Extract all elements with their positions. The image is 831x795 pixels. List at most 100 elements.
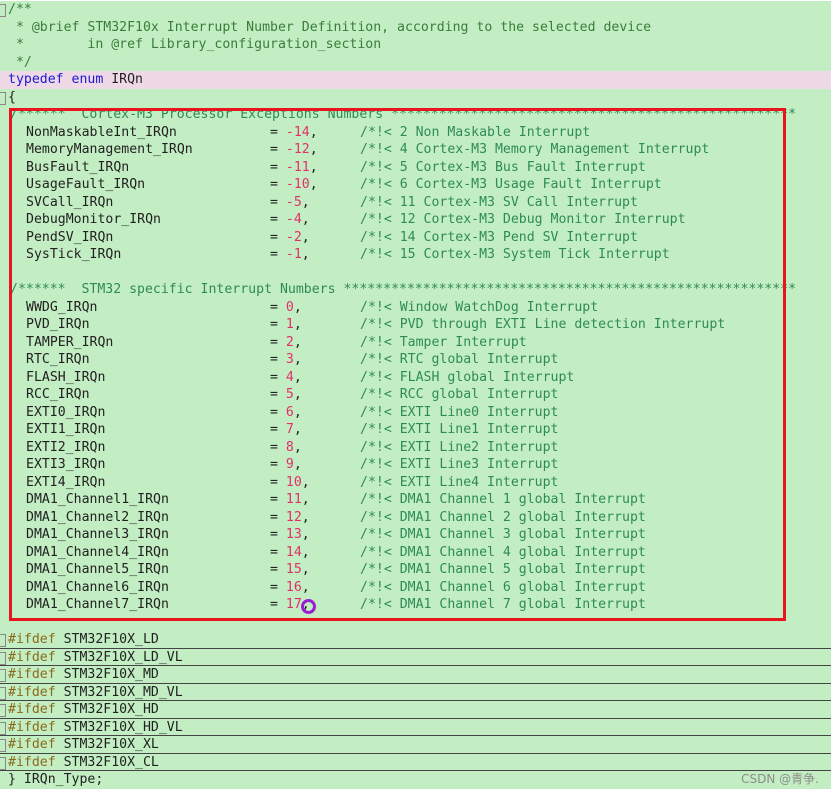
enum-entry-line[interactable]: EXTI1_IRQn = 7, /*!< EXTI Line1 Interrupt	[0, 421, 831, 439]
enum-constant-name: TAMPER_IRQn	[26, 334, 114, 350]
equals-sign: =	[270, 369, 286, 385]
enum-doc-comment: /*!< 5 Cortex-M3 Bus Fault Interrupt	[360, 159, 646, 175]
macro-name: STM32F10X_LD	[55, 632, 159, 647]
code-text: #ifdef STM32F10X_XL	[8, 736, 159, 753]
ifdef-block-line[interactable]: #ifdef STM32F10X_MD_VL	[0, 683, 831, 701]
enum-doc-comment: /*!< 6 Cortex-M3 Usage Fault Interrupt	[360, 177, 662, 192]
ifdef-block-line[interactable]: #ifdef STM32F10X_HD_VL	[0, 718, 831, 736]
enum-value: 17	[285, 597, 302, 612]
ifdef-block-line[interactable]: #ifdef STM32F10X_LD_VL	[0, 648, 831, 666]
enum-value: -12	[285, 142, 310, 157]
enum-entry-line[interactable]: MemoryManagement_IRQn = -12, /*!< 4 Cortex…	[0, 141, 831, 159]
equals-sign: =	[270, 579, 286, 595]
enum-constant-name: SVCall_IRQn	[26, 194, 114, 210]
ifdef-block-line[interactable]: #ifdef STM32F10X_CL	[0, 753, 831, 771]
equals-sign: =	[270, 439, 286, 455]
enum-entry-line[interactable]: PVD_IRQn = 1, /*!< PVD through EXTI Line d…	[0, 316, 831, 334]
enum-assignment: = -12,	[270, 141, 318, 159]
doc-comment-line[interactable]: */	[0, 53, 831, 71]
ifdef-block-line[interactable]: #ifdef STM32F10X_XL	[0, 736, 831, 754]
fold-marker-icon[interactable]	[0, 89, 8, 107]
enum-entry-line[interactable]: BusFault_IRQn = -11, /*!< 5 Cortex-M3 Bus …	[0, 158, 831, 176]
enum-entry-line[interactable]: EXTI4_IRQn = 10, /*!< EXTI Line4 Interrupt	[0, 473, 831, 492]
comma: ,	[293, 334, 302, 350]
enum-doc-comment: /*!< 4 Cortex-M3 Memory Management Inter…	[360, 142, 710, 157]
ifdef-block-line[interactable]: #ifdef STM32F10X_HD	[0, 701, 831, 719]
comma: ,	[293, 369, 302, 385]
enum-entry-line[interactable]: DMA1_Channel7_IRQn = 17,/*!< DMA1 Channel…	[0, 596, 831, 614]
enum-entry-line[interactable]: RTC_IRQn = 3, /*!< RTC global Interrupt	[0, 351, 831, 369]
enum-assignment: = 14,	[270, 544, 310, 562]
enum-assignment: = 9,	[270, 456, 302, 474]
enum-entry-line[interactable]: WWDG_IRQn = 0, /*!< Window WatchDog Interr…	[0, 298, 831, 316]
enum-entry-line[interactable]: DMA1_Channel4_IRQn = 14, /*!< DMA1 Channel…	[0, 543, 831, 562]
preprocessor-directive: #ifdef	[8, 667, 56, 682]
enum-entry-line[interactable]: UsageFault_IRQn = -10, /*!< 6 Cortex-M3 Us…	[0, 176, 831, 194]
enum-value: -10	[285, 177, 310, 192]
enum-assignment: = 2,	[270, 334, 302, 352]
blank-line[interactable]	[0, 263, 831, 281]
blank-line[interactable]	[0, 613, 831, 631]
fold-marker-icon[interactable]	[0, 631, 8, 648]
enum-entry-line[interactable]: RCC_IRQn = 5, /*!< RCC global Interrupt	[0, 386, 831, 404]
doc-comment-line[interactable]: /**	[0, 1, 831, 19]
enum-constant-name: EXTI3_IRQn	[26, 457, 106, 472]
fold-marker-icon[interactable]	[0, 1, 8, 19]
equals-sign: =	[270, 509, 286, 525]
enum-value: 10	[285, 474, 302, 490]
equals-sign: =	[270, 597, 286, 612]
enum-assignment: = 11,	[270, 491, 310, 509]
enum-value: 1	[285, 317, 294, 332]
equals-sign: =	[270, 457, 286, 472]
enum-entry-line[interactable]: EXTI3_IRQn = 9, /*!< EXTI Line3 Interrupt	[0, 456, 831, 474]
code-editor[interactable]: /** * @brief STM32F10x Interrupt Number …	[0, 0, 831, 795]
enum-value: -1	[285, 247, 302, 262]
doc-comment-text: * in @ref Library_configuration_section	[8, 37, 382, 52]
fold-marker-icon[interactable]	[0, 684, 8, 701]
enum-entry-line[interactable]: SysTick_IRQn = -1, /*!< 15 Cortex-M3 Syste…	[0, 246, 831, 264]
equals-sign: =	[270, 492, 286, 507]
enum-entry-line[interactable]: DMA1_Channel2_IRQn = 12, /*!< DMA1 Channel…	[0, 508, 831, 526]
enum-constant-name: DebugMonitor_IRQn	[26, 212, 161, 227]
enum-doc-comment: /*!< 12 Cortex-M3 Debug Monitor Interrup…	[360, 212, 686, 227]
enum-entry-line[interactable]: DMA1_Channel5_IRQn = 15, /*!< DMA1 Channel…	[0, 561, 831, 579]
fold-marker-icon[interactable]	[0, 754, 8, 771]
enum-entry-line[interactable]: FLASH_IRQn = 4, /*!< FLASH global Interrup…	[0, 368, 831, 386]
enum-constant-name: EXTI1_IRQn	[26, 422, 106, 437]
equals-sign: =	[270, 212, 286, 227]
open-brace-line[interactable]: {	[0, 88, 831, 107]
ifdef-block-line[interactable]: #ifdef STM32F10X_MD	[0, 666, 831, 684]
enum-entry-line[interactable]: DebugMonitor_IRQn = -4, /*!< 12 Cortex-M3 …	[0, 211, 831, 229]
section-comment-line[interactable]: /****** STM32 specific Interrupt Numbers…	[0, 281, 831, 299]
enum-entry-line[interactable]: DMA1_Channel1_IRQn = 11, /*!< DMA1 Channel…	[0, 491, 831, 509]
enum-doc-comment: /*!< EXTI Line2 Interrupt	[360, 439, 559, 455]
enum-entry-line[interactable]: PendSV_IRQn = -2, /*!< 14 Cortex-M3 Pend S…	[0, 228, 831, 246]
closing-brace-line[interactable]: } IRQn_Type;	[0, 771, 831, 789]
enum-entry-line[interactable]: SVCall_IRQn = -5, /*!< 11 Cortex-M3 SV Cal…	[0, 193, 831, 211]
section-comment-line[interactable]: /****** Cortex-M3 Processor Exceptions N…	[0, 106, 831, 124]
enum-entry-line[interactable]: NonMaskableInt_IRQn = -14, /*!< 2 Non Mask…	[0, 123, 831, 141]
enum-entry-line[interactable]: DMA1_Channel3_IRQn = 13, /*!< DMA1 Channel…	[0, 526, 831, 544]
equals-sign: =	[270, 527, 286, 542]
enum-doc-comment: /*!< 14 Cortex-M3 Pend SV Interrupt	[360, 229, 638, 245]
equals-sign: =	[270, 299, 286, 315]
enum-entry-line[interactable]: TAMPER_IRQn = 2, /*!< Tamper Interrupt	[0, 333, 831, 352]
fold-marker-icon[interactable]	[0, 736, 8, 753]
fold-marker-icon[interactable]	[0, 666, 8, 683]
enum-entry-line[interactable]: DMA1_Channel6_IRQn = 16, /*!< DMA1 Channel…	[0, 578, 831, 596]
ifdef-block-line[interactable]: #ifdef STM32F10X_LD	[0, 631, 831, 649]
enum-assignment: = 10,	[270, 474, 310, 492]
enum-entry-line[interactable]: EXTI0_IRQn = 6, /*!< EXTI Line0 Interrupt	[0, 403, 831, 421]
comma: ,	[293, 439, 302, 455]
fold-marker-icon[interactable]	[0, 719, 8, 736]
code-text: #ifdef STM32F10X_LD_VL	[8, 649, 183, 666]
code-text: * @brief STM32F10x Interrupt Number Defi…	[8, 19, 651, 37]
doc-comment-line[interactable]: * in @ref Library_configuration_section	[0, 36, 831, 54]
enum-entry-line[interactable]: EXTI2_IRQn = 8, /*!< EXTI Line2 Interrupt	[0, 438, 831, 456]
doc-comment-line[interactable]: * @brief STM32F10x Interrupt Number Defi…	[0, 18, 831, 37]
typedef-line[interactable]: typedef enum IRQn	[0, 71, 831, 89]
fold-marker-icon[interactable]	[0, 649, 8, 666]
enum-constant-name: RTC_IRQn	[26, 352, 90, 367]
enum-doc-comment: /*!< RTC global Interrupt	[360, 352, 559, 367]
fold-marker-icon[interactable]	[0, 701, 8, 718]
